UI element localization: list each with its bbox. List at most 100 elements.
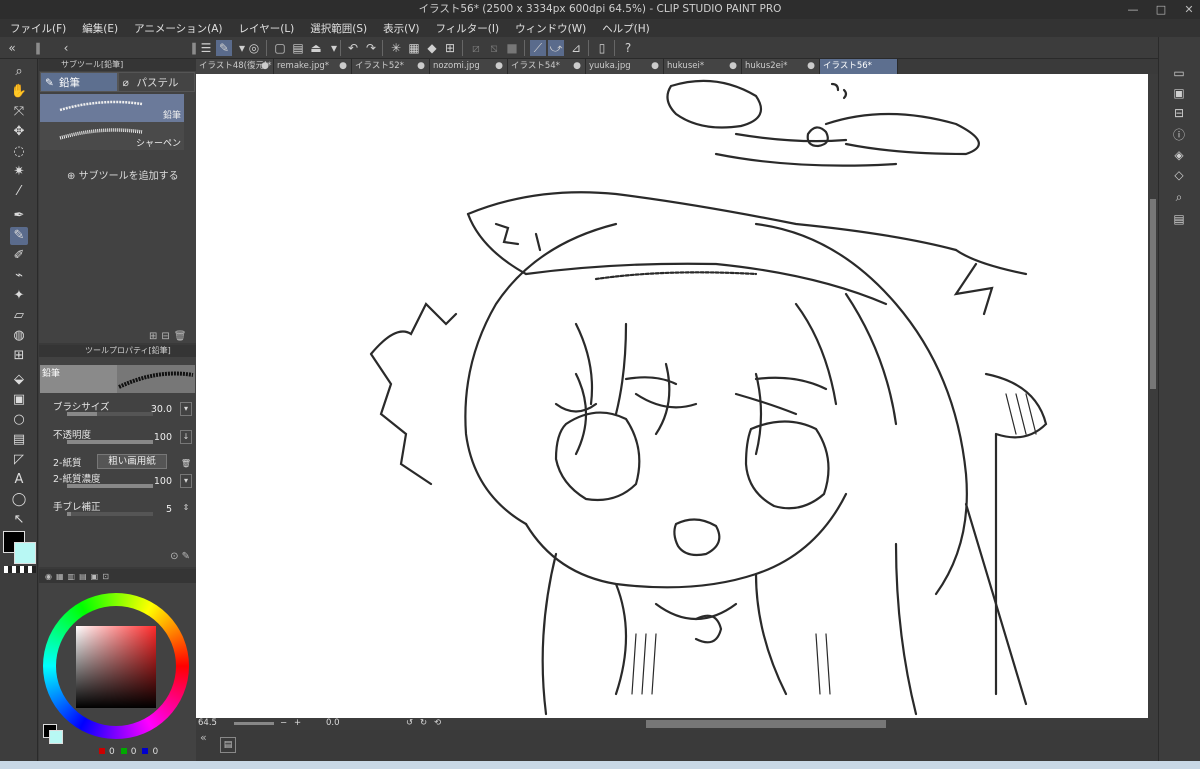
back-arrow-icon[interactable]: ‹ (58, 40, 74, 56)
brush-size-slider[interactable] (67, 412, 153, 416)
maximize-button[interactable]: □ (1154, 0, 1168, 19)
menu-layer[interactable]: レイヤー(L) (239, 21, 295, 36)
opacity-value[interactable]: 100 (154, 432, 172, 443)
info-icon[interactable]: ⓘ (1171, 127, 1187, 143)
stabilization-value[interactable]: 5 (166, 504, 172, 515)
blend-icon[interactable]: ◍ (10, 327, 28, 345)
transparent-color-swatch[interactable] (4, 566, 36, 573)
text-icon[interactable]: A (10, 471, 28, 489)
shape-icon[interactable]: ○ (10, 411, 28, 429)
menu-help[interactable]: ヘルプ(H) (602, 21, 650, 36)
collapse-left-icon[interactable]: « (200, 731, 207, 744)
zoom-icon[interactable]: ⌕ (10, 63, 28, 81)
document-tab[interactable]: remake.jpg* ● (274, 59, 352, 74)
color-history-tab-icon[interactable]: ▣ (91, 572, 99, 581)
color-set-tab-icon[interactable]: ▦ (56, 572, 64, 581)
chevron-down-icon[interactable]: ▾ (180, 402, 192, 416)
operation-icon[interactable]: ↖ (10, 511, 28, 529)
rotation-value[interactable]: 0.0 (326, 718, 340, 728)
color-wheel-tab-icon[interactable]: ◉ (45, 572, 52, 581)
lasso-icon[interactable]: ◌ (10, 143, 28, 161)
selection-icon[interactable]: ■ (504, 40, 520, 56)
drawing-canvas[interactable] (196, 74, 1148, 718)
document-tab[interactable]: nozomi.jpg ● (430, 59, 508, 74)
color-panel-tabs[interactable]: ◉ ▦ ▥ ▤ ▣ ⊡ (39, 569, 196, 583)
clear-icon[interactable]: ▦ (406, 40, 422, 56)
subtool-footer-icons[interactable]: ⊞⊟🗑 (149, 331, 190, 342)
zoom-in-icon[interactable]: + (294, 718, 301, 728)
selection-icon[interactable]: ⧄ (468, 40, 484, 56)
handle-icon[interactable]: ∥ (30, 40, 46, 56)
rotate-left-icon[interactable]: ↺ (406, 718, 413, 728)
document-tab[interactable]: イラスト54* ● (508, 59, 586, 74)
eraser-icon[interactable]: ▱ (10, 307, 28, 325)
stepper-icon[interactable]: ⇕ (180, 502, 192, 516)
intermediate-color-tab-icon[interactable]: ▥ (68, 572, 76, 581)
sub-color-swatch[interactable] (49, 730, 63, 744)
paper-density-value[interactable]: 100 (154, 476, 172, 487)
camera-icon[interactable]: ◎ (246, 40, 262, 56)
brush-item-pencil[interactable]: 鉛筆 (40, 94, 184, 122)
decoration-icon[interactable]: ✦ (10, 287, 28, 305)
save-icon[interactable]: ▣ (1171, 85, 1187, 101)
layers-icon[interactable]: ◈ (1171, 147, 1187, 163)
hand-icon[interactable]: ✋ (10, 83, 28, 101)
document-tab[interactable]: hukusei* ● (664, 59, 742, 74)
edit-mode-icon[interactable]: ✎ (216, 40, 232, 56)
airbrush-icon[interactable]: ⌁ (10, 267, 28, 285)
move-icon[interactable]: ✥ (10, 123, 28, 141)
collapse-left-icon[interactable]: « (4, 40, 20, 56)
help-icon[interactable]: ? (620, 40, 636, 56)
zoom-slider[interactable] (234, 722, 274, 725)
eyedropper-icon[interactable]: ⁄ (10, 183, 28, 201)
minimize-button[interactable]: — (1126, 0, 1140, 19)
new-file-icon[interactable]: ▢ (272, 40, 288, 56)
hamburger-menu-icon[interactable]: ☰ (198, 40, 214, 56)
balloon-icon[interactable]: ◯ (10, 491, 28, 509)
approximate-color-tab-icon[interactable]: ▤ (79, 572, 87, 581)
paper-texture-select[interactable]: 粗い画用紙 (97, 454, 167, 469)
zoom-value[interactable]: 64.5 (198, 718, 217, 728)
document-tab[interactable]: yuuka.jpg ● (586, 59, 664, 74)
pen-icon[interactable]: ✒ (10, 207, 28, 225)
menu-animation[interactable]: アニメーション(A) (134, 21, 222, 36)
selection-icon[interactable]: ⧅ (486, 40, 502, 56)
download-icon[interactable]: ↓ (180, 430, 192, 444)
rotate-right-icon[interactable]: ↻ (420, 718, 427, 728)
menu-file[interactable]: ファイル(F) (10, 21, 66, 36)
curve-snap-icon[interactable]: ⤻ (548, 40, 564, 56)
transform-icon[interactable]: ⊞ (442, 40, 458, 56)
export-icon[interactable]: ⏏ (308, 40, 324, 56)
search-layer-icon[interactable]: ⌕ (1171, 189, 1187, 205)
document-tab[interactable]: イラスト52* ● (352, 59, 430, 74)
magic-wand-icon[interactable]: ✷ (10, 163, 28, 181)
vertical-scrollbar[interactable] (1148, 74, 1158, 718)
ruler-icon[interactable]: ◸ (10, 451, 28, 469)
menu-filter[interactable]: フィルター(I) (436, 21, 500, 36)
layer-property-icon[interactable]: ◇ (1171, 167, 1187, 183)
undo-icon[interactable]: ↶ (345, 40, 361, 56)
document-tab-active[interactable]: イラスト56* (820, 59, 898, 74)
brush-icon[interactable]: ✐ (10, 247, 28, 265)
menu-window[interactable]: ウィンドウ(W) (515, 21, 586, 36)
redo-icon[interactable]: ↷ (363, 40, 379, 56)
horizontal-scrollbar[interactable] (646, 720, 886, 728)
grid-snap-icon[interactable]: ⊿ (568, 40, 584, 56)
add-subtool-button[interactable]: ⊕ サブツールを追加する (67, 167, 179, 182)
loading-spinner-icon[interactable]: ✳ (388, 40, 404, 56)
paper-density-slider[interactable] (67, 484, 153, 488)
brush-size-value[interactable]: 30.0 (151, 404, 172, 415)
pencil-icon[interactable]: ✎ (10, 227, 28, 245)
reset-rotation-icon[interactable]: ⟲ (434, 718, 441, 728)
tool-property-footer-icons[interactable]: ⊙ ✎ (170, 551, 190, 562)
open-folder-icon[interactable]: ▤ (290, 40, 306, 56)
grid-icon[interactable]: ⊞ (10, 347, 28, 365)
menu-edit[interactable]: 編集(E) (82, 21, 118, 36)
stabilization-slider[interactable] (67, 512, 153, 516)
menu-view[interactable]: 表示(V) (383, 21, 419, 36)
frame-icon[interactable]: ▤ (10, 431, 28, 449)
ruler-snap-icon[interactable]: ⟋ (530, 40, 546, 56)
opacity-slider[interactable] (67, 440, 153, 444)
fill-icon[interactable]: ◆ (424, 40, 440, 56)
gradient-icon[interactable]: ▣ (10, 391, 28, 409)
